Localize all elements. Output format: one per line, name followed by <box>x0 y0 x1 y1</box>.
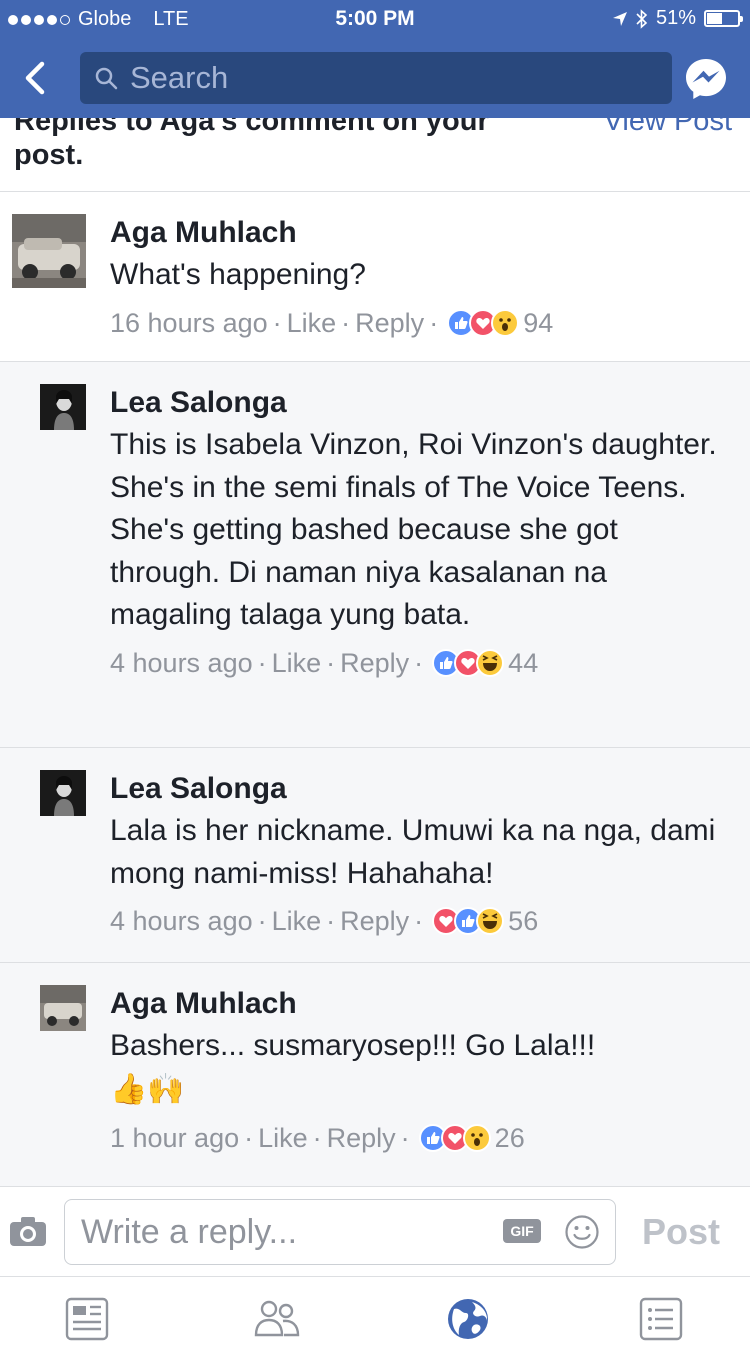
meta-separator: · <box>341 307 351 338</box>
reply-link[interactable]: Reply <box>340 643 409 683</box>
reaction-summary[interactable] <box>418 1123 491 1152</box>
meta-separator: · <box>326 647 336 678</box>
notification-title: Replies to Aga's comment on your post. <box>14 118 489 171</box>
comment-text: This is Isabela Vinzon, Roi Vinzon's dau… <box>110 428 717 631</box>
messenger-button[interactable] <box>683 56 729 102</box>
tab-notifications[interactable] <box>444 1295 492 1343</box>
reaction-summary[interactable] <box>432 648 505 677</box>
notification-banner: Replies to Aga's comment on your post. V… <box>0 118 750 192</box>
sticker-button[interactable] <box>564 1214 600 1250</box>
avatar[interactable] <box>40 985 86 1031</box>
reply: Aga Muhlach Bashers... susmaryosep!!! Go… <box>0 963 750 1186</box>
comment-emoji: 👍🙌 <box>110 1072 185 1106</box>
like-link[interactable]: Like <box>287 303 337 343</box>
tab-menu[interactable] <box>637 1295 685 1343</box>
meta-separator: · <box>312 1122 322 1153</box>
comment-thread: Replies to Aga's comment on your post. V… <box>0 118 750 1186</box>
back-button[interactable] <box>18 56 54 100</box>
avatar[interactable] <box>12 214 86 288</box>
portrait-photo-icon <box>40 770 86 816</box>
battery-icon <box>704 10 743 27</box>
meta-separator: · <box>400 1122 410 1153</box>
comment-author[interactable]: Lea Salonga <box>110 382 735 424</box>
post-button[interactable]: Post <box>642 1211 720 1253</box>
reply: Lea Salonga This is Isabela Vinzon, Roi … <box>0 362 750 748</box>
messenger-icon <box>686 59 726 99</box>
top-header: Globe LTE 5:00 PM 51% Search <box>0 0 750 118</box>
avatar[interactable] <box>40 384 86 430</box>
chevron-left-icon <box>25 61 45 95</box>
tab-news-feed[interactable] <box>63 1295 111 1343</box>
reply-placeholder: Write a reply... <box>81 1213 298 1251</box>
news-feed-icon <box>65 1297 109 1341</box>
comment-author[interactable]: Lea Salonga <box>110 768 735 810</box>
like-link[interactable]: Like <box>272 901 322 941</box>
comment-meta: 4 hours ago · Like · Reply · 44 <box>110 643 735 683</box>
comment-meta: 16 hours ago · Like · Reply · 94 <box>110 303 730 343</box>
wow-reaction-icon <box>491 308 520 337</box>
tab-friends[interactable] <box>253 1295 301 1343</box>
comment-meta: 4 hours ago · Like · Reply · 56 <box>110 901 735 941</box>
smiley-icon <box>565 1215 599 1249</box>
comment-text: Lala is her nickname. Umuwi ka na nga, d… <box>110 814 716 890</box>
bluetooth-icon <box>636 8 648 29</box>
notifications-globe-icon <box>448 1299 488 1339</box>
reply-link[interactable]: Reply <box>327 1118 396 1158</box>
comment: Aga Muhlach What's happening? 16 hours a… <box>0 192 750 362</box>
battery-percent: 51% <box>655 7 696 29</box>
comment-meta: 1 hour ago · Like · Reply · 26 <box>110 1118 735 1158</box>
gif-button[interactable]: GIF <box>503 1219 541 1243</box>
comment-author[interactable]: Aga Muhlach <box>110 212 730 254</box>
reply: Lea Salonga Lala is her nickname. Umuwi … <box>0 748 750 963</box>
menu-list-icon <box>639 1297 683 1341</box>
bottom-tab-bar <box>0 1276 750 1358</box>
reaction-count[interactable]: 56 <box>508 901 538 941</box>
reaction-summary[interactable] <box>447 308 520 337</box>
reaction-count[interactable]: 94 <box>523 303 553 343</box>
comment-text: Bashers... susmaryosep!!! Go Lala!!! <box>110 1029 596 1062</box>
meta-separator: · <box>414 906 424 936</box>
car-photo-icon <box>12 214 86 288</box>
battery-fill <box>707 13 722 24</box>
comment-time[interactable]: 4 hours ago <box>110 901 253 941</box>
haha-reaction-icon <box>476 648 505 677</box>
reaction-count[interactable]: 26 <box>495 1118 525 1158</box>
reply-input[interactable]: Write a reply... GIF <box>64 1199 616 1265</box>
view-post-link[interactable]: View Post <box>604 118 732 138</box>
comment-time[interactable]: 4 hours ago <box>110 643 253 683</box>
camera-icon <box>10 1217 46 1246</box>
meta-separator: · <box>257 647 267 678</box>
reply-composer: Write a reply... GIF Post <box>0 1186 750 1276</box>
meta-separator: · <box>272 307 282 338</box>
portrait-photo-icon <box>40 384 86 430</box>
haha-reaction-icon <box>476 907 505 935</box>
search-placeholder: Search <box>130 60 229 95</box>
wow-reaction-icon <box>462 1123 491 1152</box>
comment-time[interactable]: 1 hour ago <box>110 1118 239 1158</box>
camera-button[interactable] <box>8 1213 48 1249</box>
comment-time[interactable]: 16 hours ago <box>110 303 268 343</box>
avatar[interactable] <box>40 770 86 816</box>
friends-icon <box>254 1300 300 1337</box>
meta-separator: · <box>257 906 267 936</box>
car-photo-icon <box>40 985 86 1031</box>
meta-separator: · <box>244 1122 254 1153</box>
comment-text: What's happening? <box>110 258 366 291</box>
like-link[interactable]: Like <box>258 1118 308 1158</box>
comment-author[interactable]: Aga Muhlach <box>110 983 735 1025</box>
like-link[interactable]: Like <box>272 643 322 683</box>
meta-separator: · <box>429 307 439 338</box>
reaction-count[interactable]: 44 <box>508 643 538 683</box>
status-bar: Globe LTE 5:00 PM 51% <box>0 0 750 38</box>
reaction-summary[interactable] <box>432 907 505 935</box>
meta-separator: · <box>414 647 424 678</box>
reply-link[interactable]: Reply <box>340 901 409 941</box>
reply-link[interactable]: Reply <box>355 303 424 343</box>
search-icon <box>95 67 118 90</box>
search-input[interactable]: Search <box>80 52 672 104</box>
meta-separator: · <box>326 906 336 936</box>
location-arrow-icon <box>612 11 627 26</box>
